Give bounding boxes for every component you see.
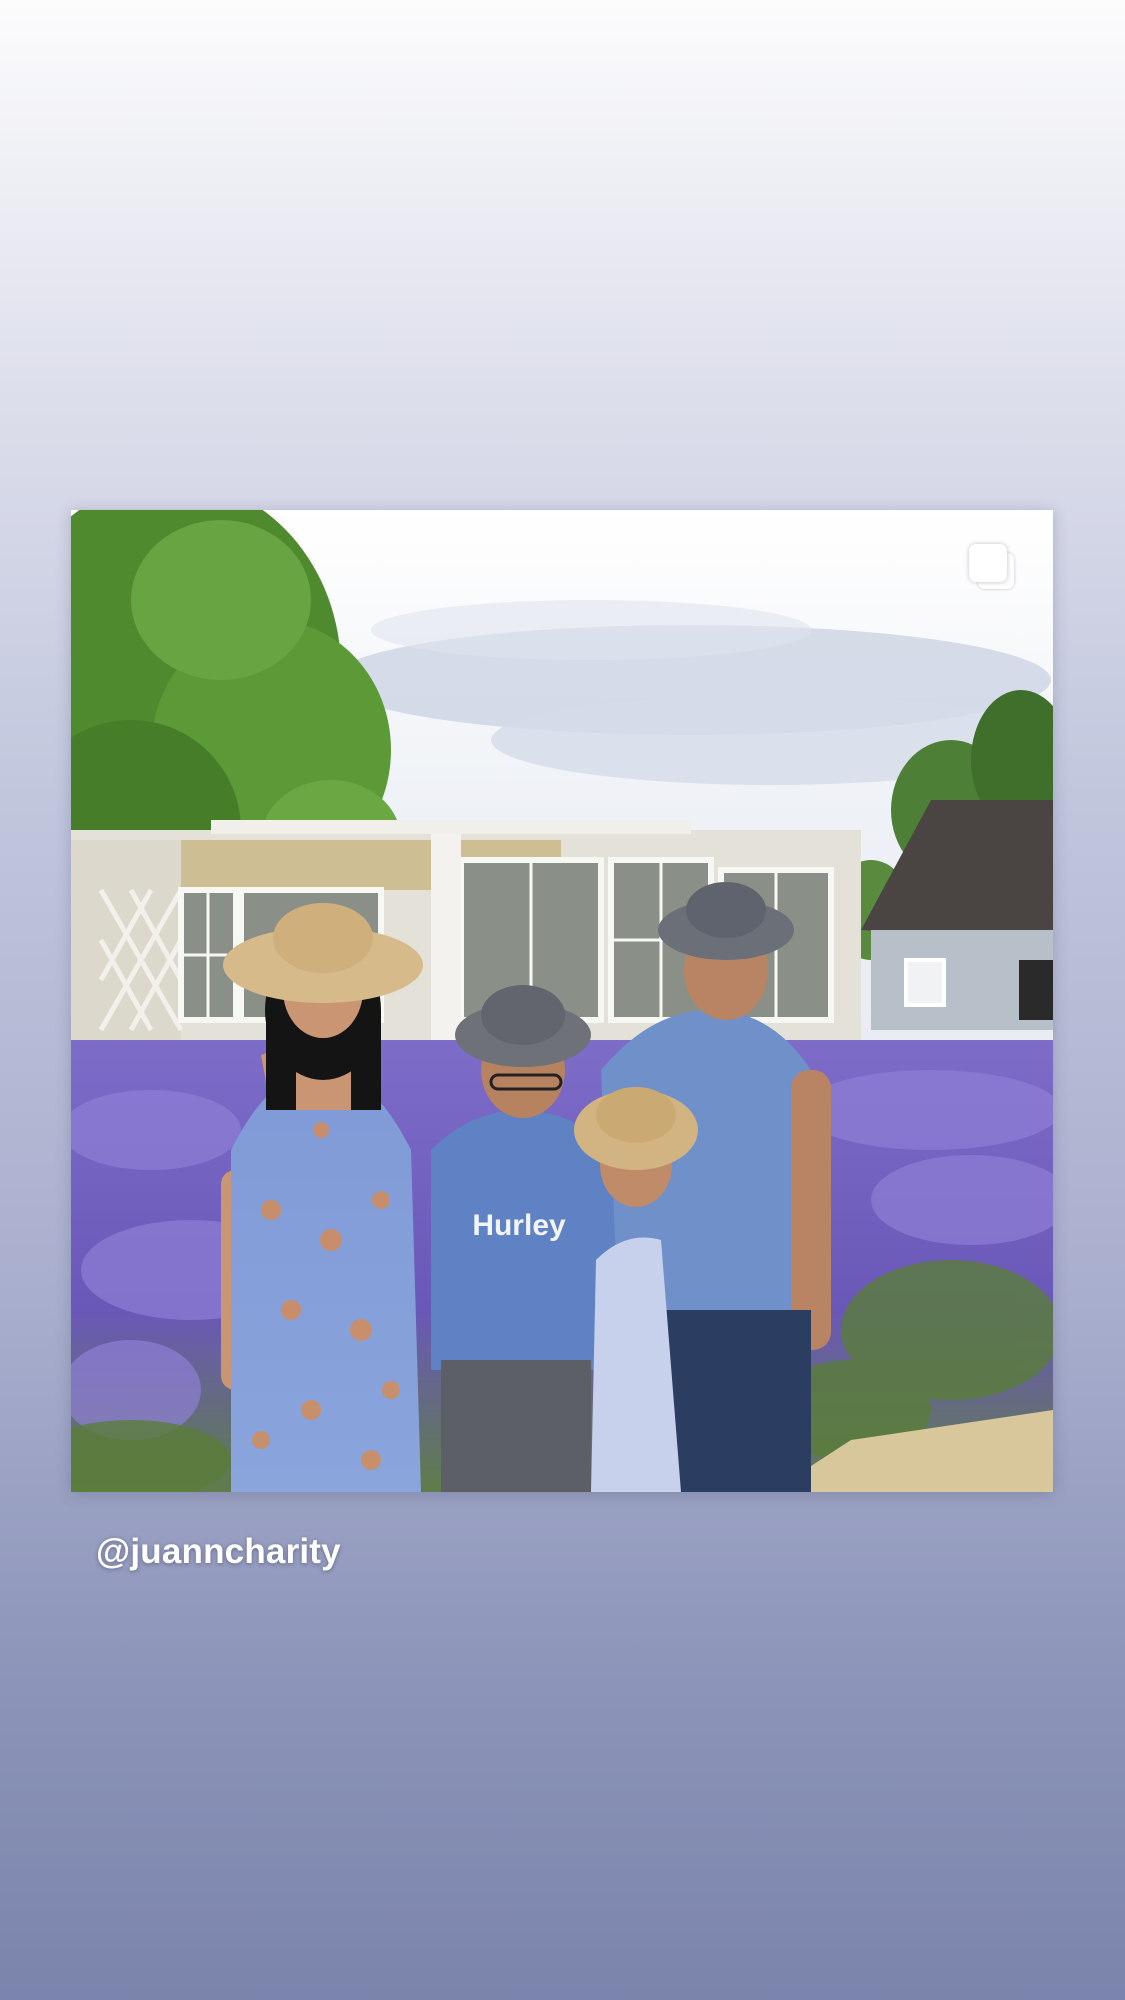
multiple-photos-icon bbox=[969, 544, 1019, 594]
post-photo: Hurley bbox=[71, 510, 1053, 1492]
author-mention[interactable]: @juanncharity bbox=[96, 1532, 341, 1572]
shirt-print: Hurley bbox=[472, 1209, 566, 1242]
shared-post-card[interactable]: Hurley bbox=[71, 510, 1053, 1492]
